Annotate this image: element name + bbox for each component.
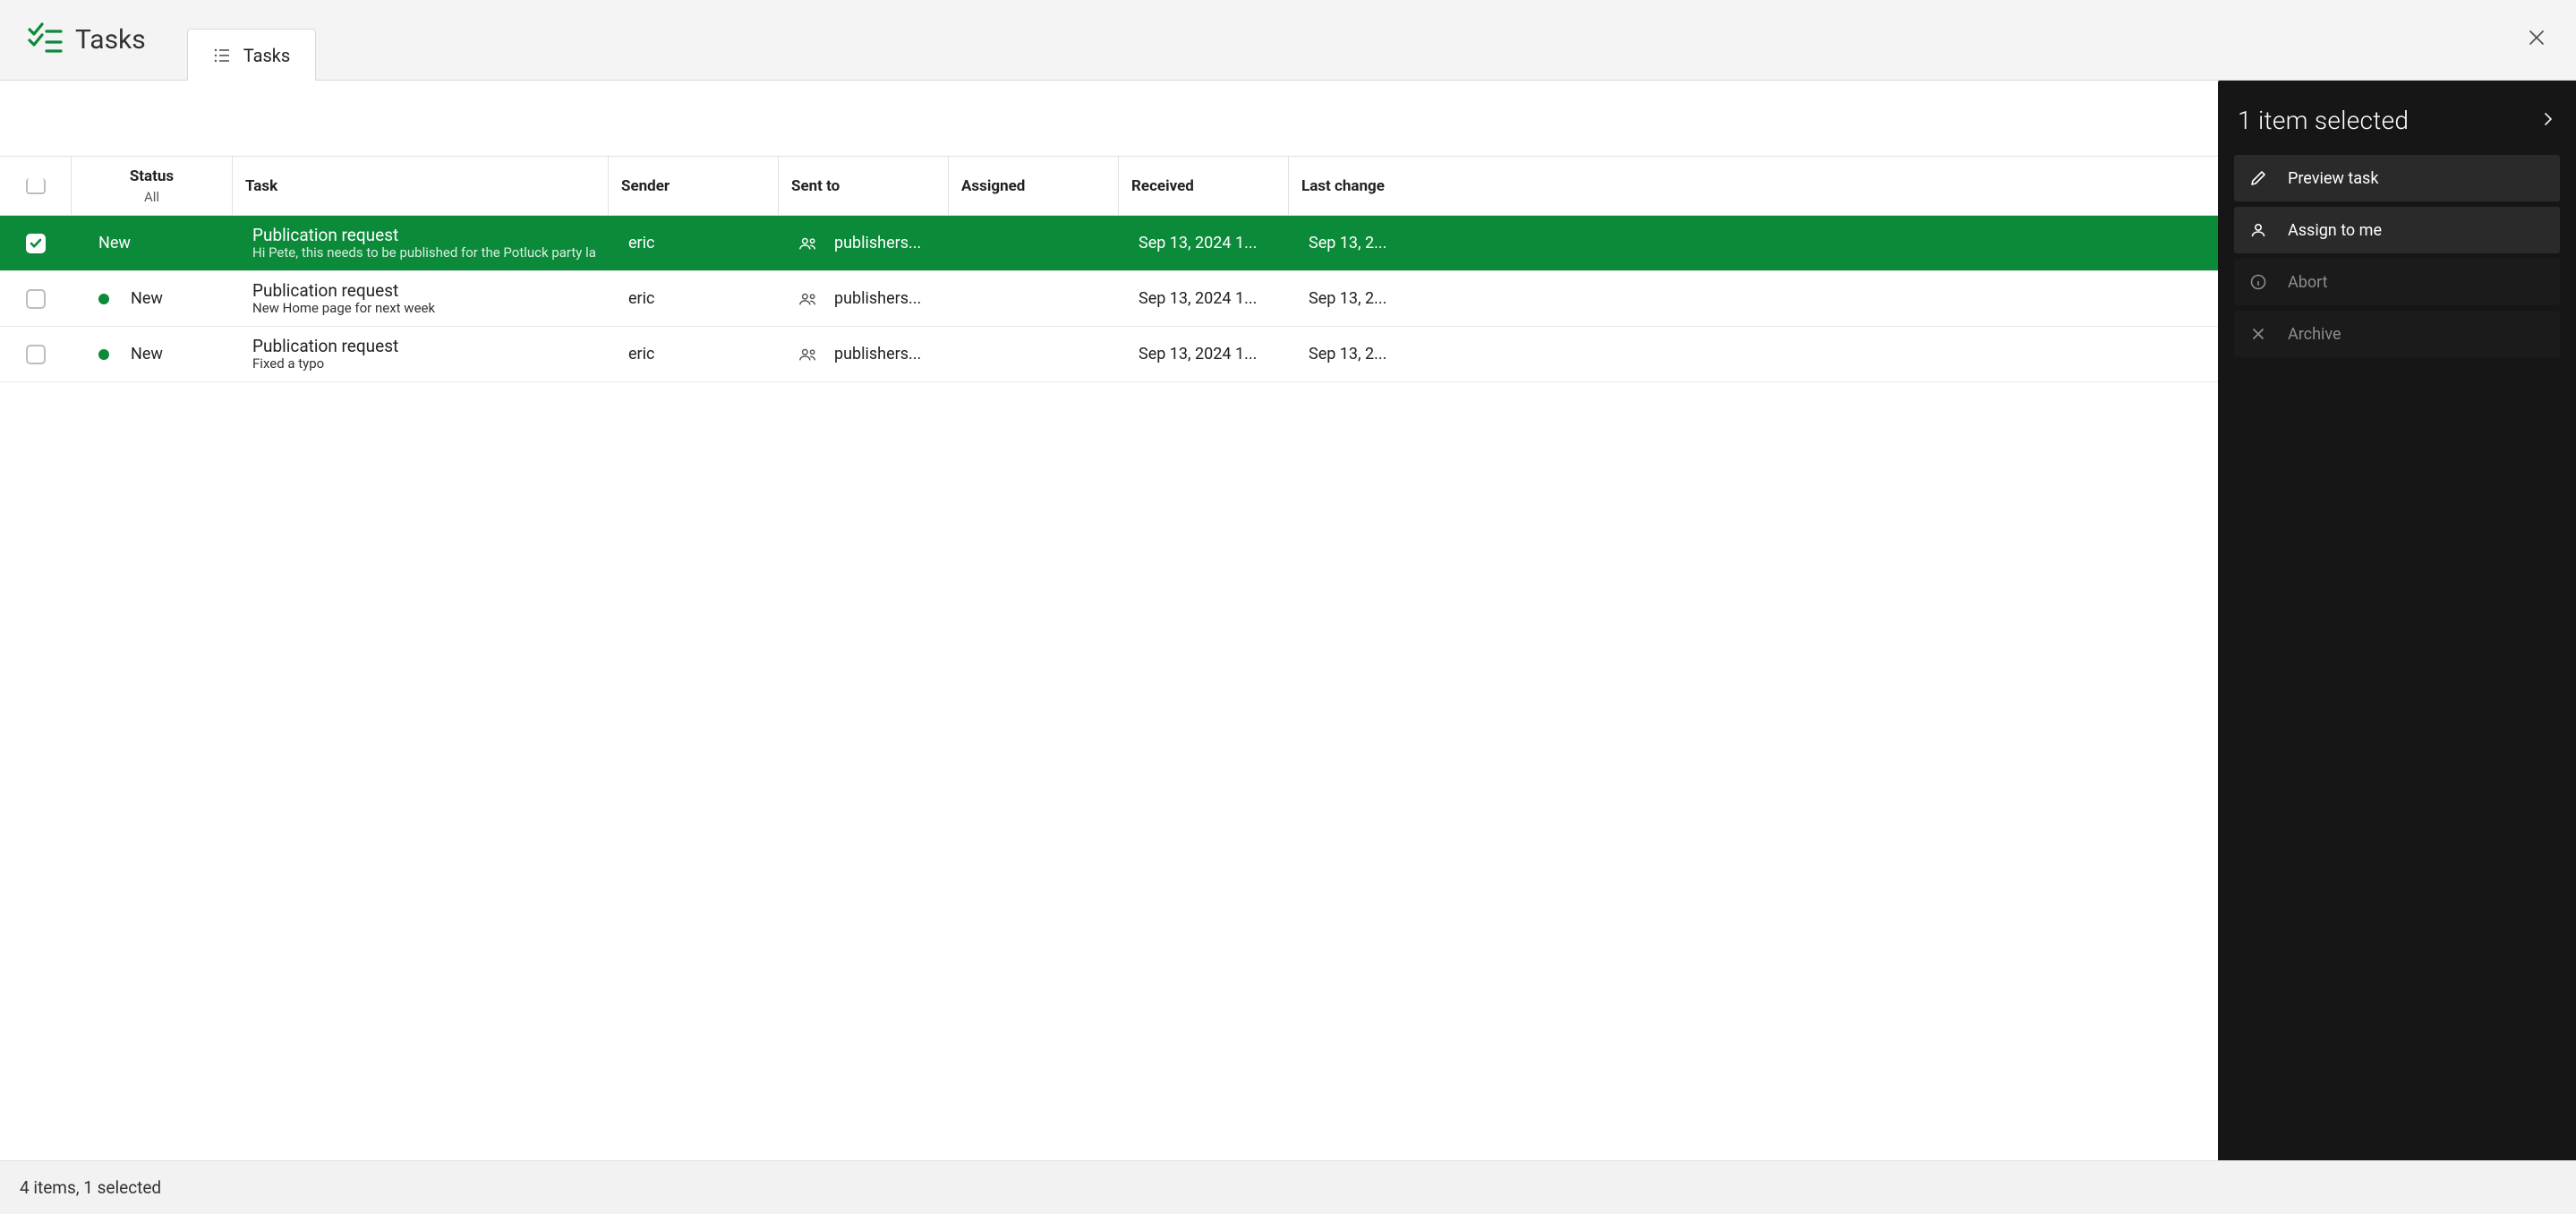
status-text: 4 items, 1 selected <box>20 1177 161 1198</box>
row-task: Publication request New Home page for ne… <box>233 281 609 317</box>
row-status-text: New <box>98 234 131 252</box>
row-last-change: Sep 13, 2... <box>1289 289 2218 308</box>
selection-panel-header: 1 item selected <box>2234 97 2560 155</box>
row-sender: eric <box>609 234 779 252</box>
row-sent-to-text: publishers... <box>834 345 921 363</box>
row-status: New <box>72 234 233 252</box>
table-row[interactable]: New Publication request Fixed a typo eri… <box>0 327 2218 382</box>
assign-to-me-button[interactable]: Assign to me <box>2234 207 2560 253</box>
tab-bar: Tasks <box>187 0 317 80</box>
row-sender: eric <box>609 289 779 308</box>
close-icon <box>2248 326 2268 342</box>
user-icon <box>2248 221 2268 239</box>
header-received-label: Received <box>1131 177 1194 195</box>
row-status-text: New <box>131 345 163 363</box>
row-task: Publication request Hi Pete, this needs … <box>233 226 609 261</box>
app-logo: Tasks <box>27 21 146 60</box>
checkbox-icon <box>26 345 46 364</box>
header-last-change[interactable]: Last change <box>1289 157 2218 215</box>
tab-label: Tasks <box>243 45 291 66</box>
header-status[interactable]: Status All <box>72 157 233 215</box>
row-task-subtitle: Fixed a typo <box>252 355 596 372</box>
close-button[interactable] <box>2524 27 2549 52</box>
table-row[interactable]: New Publication request Hi Pete, this ne… <box>0 216 2218 271</box>
row-received: Sep 13, 2024 1... <box>1119 234 1289 252</box>
header-task-label: Task <box>245 177 277 195</box>
status-dot-icon <box>98 349 109 360</box>
row-status: New <box>72 289 233 308</box>
abort-label: Abort <box>2288 273 2328 292</box>
row-task-subtitle: Hi Pete, this needs to be published for … <box>252 244 596 261</box>
group-icon <box>798 345 818 364</box>
tasks-logo-icon <box>27 21 63 60</box>
action-list: Preview task Assign to me Abort Archive <box>2234 155 2560 357</box>
archive-button[interactable]: Archive <box>2234 311 2560 357</box>
list-icon <box>213 47 231 64</box>
archive-label: Archive <box>2288 325 2341 344</box>
row-checkbox[interactable] <box>0 234 72 253</box>
app-title: Tasks <box>75 24 146 56</box>
checkbox-icon <box>26 289 46 309</box>
table-row[interactable]: New Publication request New Home page fo… <box>0 271 2218 327</box>
table-body: New Publication request Hi Pete, this ne… <box>0 216 2218 1160</box>
header-sender-label: Sender <box>621 177 670 195</box>
checkbox-checked-icon <box>26 234 46 253</box>
row-sent-to: publishers... <box>779 345 949 364</box>
header-last-change-label: Last change <box>1301 177 1385 195</box>
header-task[interactable]: Task <box>233 157 609 215</box>
row-sent-to: publishers... <box>779 289 949 309</box>
header-assigned[interactable]: Assigned <box>949 157 1119 215</box>
row-checkbox[interactable] <box>0 289 72 309</box>
row-received: Sep 13, 2024 1... <box>1119 289 1289 308</box>
preview-task-button[interactable]: Preview task <box>2234 155 2560 201</box>
header-sent-to-label: Sent to <box>791 177 840 195</box>
header-checkbox-cell[interactable] <box>0 157 72 215</box>
header-sent-to[interactable]: Sent to <box>779 157 949 215</box>
status-dot-icon <box>98 294 109 304</box>
row-task-title: Publication request <box>252 281 596 301</box>
group-icon <box>798 234 818 253</box>
table-header: Status All Task Sender Sent to Assigned … <box>0 157 2218 216</box>
checkbox-icon <box>26 178 46 194</box>
chevron-right-icon[interactable] <box>2540 111 2556 131</box>
row-status: New <box>72 345 233 363</box>
tab-tasks[interactable]: Tasks <box>187 29 317 81</box>
group-icon <box>798 289 818 309</box>
row-received: Sep 13, 2024 1... <box>1119 345 1289 363</box>
row-task: Publication request Fixed a typo <box>233 337 609 372</box>
preview-task-label: Preview task <box>2288 169 2378 188</box>
table-area: Status All Task Sender Sent to Assigned … <box>0 81 2218 1160</box>
main-area: Status All Task Sender Sent to Assigned … <box>0 81 2576 1160</box>
row-sender: eric <box>609 345 779 363</box>
row-task-title: Publication request <box>252 337 596 356</box>
toolbar-spacer <box>0 81 2218 157</box>
info-icon <box>2248 273 2268 291</box>
header-status-filter: All <box>144 189 159 205</box>
header-status-label: Status <box>130 167 174 185</box>
selection-panel: 1 item selected Preview task Assign to m… <box>2218 81 2576 1160</box>
header-sender[interactable]: Sender <box>609 157 779 215</box>
row-checkbox[interactable] <box>0 345 72 364</box>
row-sent-to: publishers... <box>779 234 949 253</box>
row-task-title: Publication request <box>252 226 596 245</box>
row-sent-to-text: publishers... <box>834 289 921 308</box>
selection-title: 1 item selected <box>2238 106 2409 135</box>
row-sent-to-text: publishers... <box>834 234 921 252</box>
row-last-change: Sep 13, 2... <box>1289 345 2218 363</box>
row-task-subtitle: New Home page for next week <box>252 300 596 316</box>
close-icon <box>2527 28 2546 51</box>
abort-button[interactable]: Abort <box>2234 259 2560 305</box>
status-bar: 4 items, 1 selected <box>0 1160 2576 1214</box>
pencil-icon <box>2248 169 2268 187</box>
row-last-change: Sep 13, 2... <box>1289 234 2218 252</box>
header-assigned-label: Assigned <box>961 177 1025 195</box>
header-received[interactable]: Received <box>1119 157 1289 215</box>
row-status-text: New <box>131 289 163 308</box>
assign-to-me-label: Assign to me <box>2288 221 2382 240</box>
top-bar: Tasks Tasks <box>0 0 2576 81</box>
